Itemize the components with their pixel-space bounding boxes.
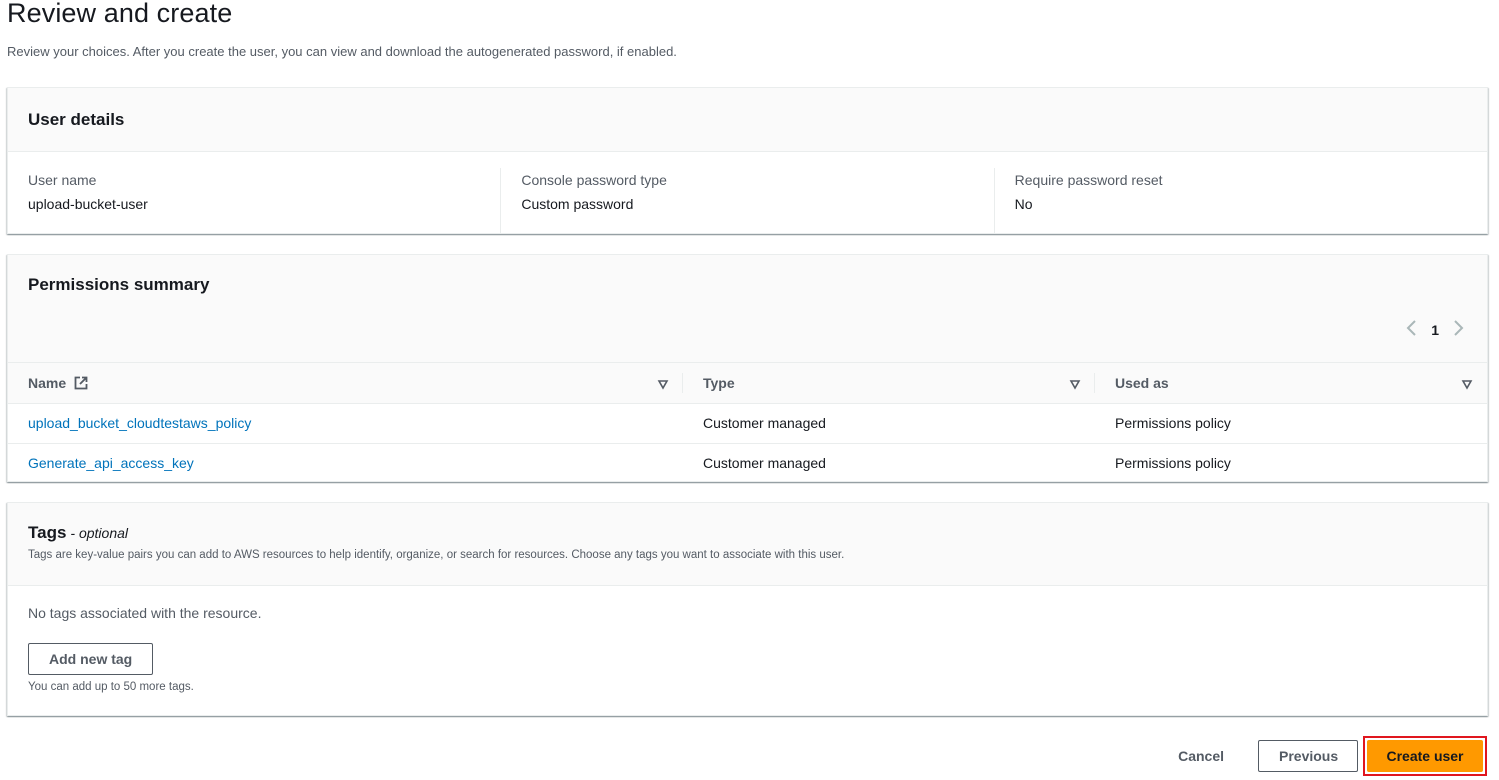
cell-name: Generate_api_access_key (8, 443, 683, 483)
permissions-title: Permissions summary (28, 275, 210, 294)
cancel-button[interactable]: Cancel (1158, 740, 1244, 772)
page-description: Review your choices. After you create th… (7, 44, 677, 59)
previous-button[interactable]: Previous (1258, 740, 1358, 772)
field-user-name: User name upload-bucket-user (8, 168, 500, 234)
user-details-panel: User details User name upload-bucket-use… (7, 87, 1488, 234)
sort-down-icon[interactable] (1069, 377, 1081, 390)
permissions-header: Permissions summary 1 (8, 255, 1487, 363)
field-label: Console password type (521, 172, 667, 188)
create-user-button[interactable]: Create user (1367, 740, 1483, 772)
tags-description: Tags are key-value pairs you can add to … (28, 549, 845, 561)
permissions-table: Name Type Used as upload_bucket_cloudtes… (8, 363, 1487, 483)
table-header-row: Name Type Used as (8, 363, 1487, 404)
tags-optional-label: - optional (70, 525, 129, 541)
column-label: Used as (1115, 374, 1169, 391)
no-tags-text: No tags associated with the resource. (28, 605, 262, 621)
column-label: Type (703, 374, 735, 391)
user-details-title: User details (28, 109, 125, 129)
cell-name: upload_bucket_cloudtestaws_policy (8, 403, 683, 444)
column-header-used-as[interactable]: Used as (1095, 363, 1487, 404)
cell-type: Customer managed (703, 455, 826, 472)
external-link-icon[interactable] (74, 376, 88, 390)
tags-panel: Tags - optional Tags are key-value pairs… (7, 502, 1488, 716)
add-new-tag-button[interactable]: Add new tag (28, 643, 154, 675)
user-details-header: User details (8, 88, 1487, 152)
pagination: 1 (1405, 319, 1465, 341)
cell-used-as: Permissions policy (1115, 455, 1231, 472)
user-details-fields: User name upload-bucket-user Console pas… (8, 152, 1487, 234)
table-row: Generate_api_access_key Customer managed… (8, 443, 1487, 483)
field-value: upload-bucket-user (28, 196, 148, 212)
cell-type: Customer managed (683, 403, 1095, 444)
field-value: Custom password (521, 196, 634, 212)
policy-link[interactable]: upload_bucket_cloudtestaws_policy (28, 415, 251, 431)
cell-used-as: Permissions policy (1095, 403, 1487, 444)
tags-title-row: Tags - optional (28, 523, 1467, 543)
wizard-actions: Cancel Previous Create user (1158, 736, 1487, 776)
column-header-type[interactable]: Type (683, 363, 1095, 404)
tags-body: No tags associated with the resource. Ad… (8, 586, 1487, 712)
page-title: Review and create (7, 0, 233, 28)
highlight-box: Create user (1363, 736, 1487, 776)
page-number[interactable]: 1 (1431, 322, 1439, 338)
column-header-name[interactable]: Name (8, 363, 683, 404)
chevron-left-icon[interactable] (1405, 319, 1417, 341)
field-require-password-reset: Require password reset No (993, 168, 1487, 234)
field-value: No (1014, 196, 1033, 212)
sort-down-icon[interactable] (1461, 377, 1473, 390)
table-row: upload_bucket_cloudtestaws_policy Custom… (8, 403, 1487, 444)
policy-link[interactable]: Generate_api_access_key (28, 455, 194, 471)
sort-down-icon[interactable] (657, 377, 669, 390)
tags-title: Tags (28, 523, 67, 542)
permissions-summary-panel: Permissions summary 1 Name Type Used as … (7, 254, 1488, 482)
tags-limit-hint: You can add up to 50 more tags. (28, 681, 194, 693)
chevron-right-icon[interactable] (1453, 319, 1465, 341)
column-label: Name (28, 374, 67, 391)
field-console-password-type: Console password type Custom password (500, 168, 993, 234)
field-label: User name (28, 172, 97, 188)
field-label: Require password reset (1014, 172, 1163, 188)
tags-header: Tags - optional Tags are key-value pairs… (8, 503, 1487, 586)
